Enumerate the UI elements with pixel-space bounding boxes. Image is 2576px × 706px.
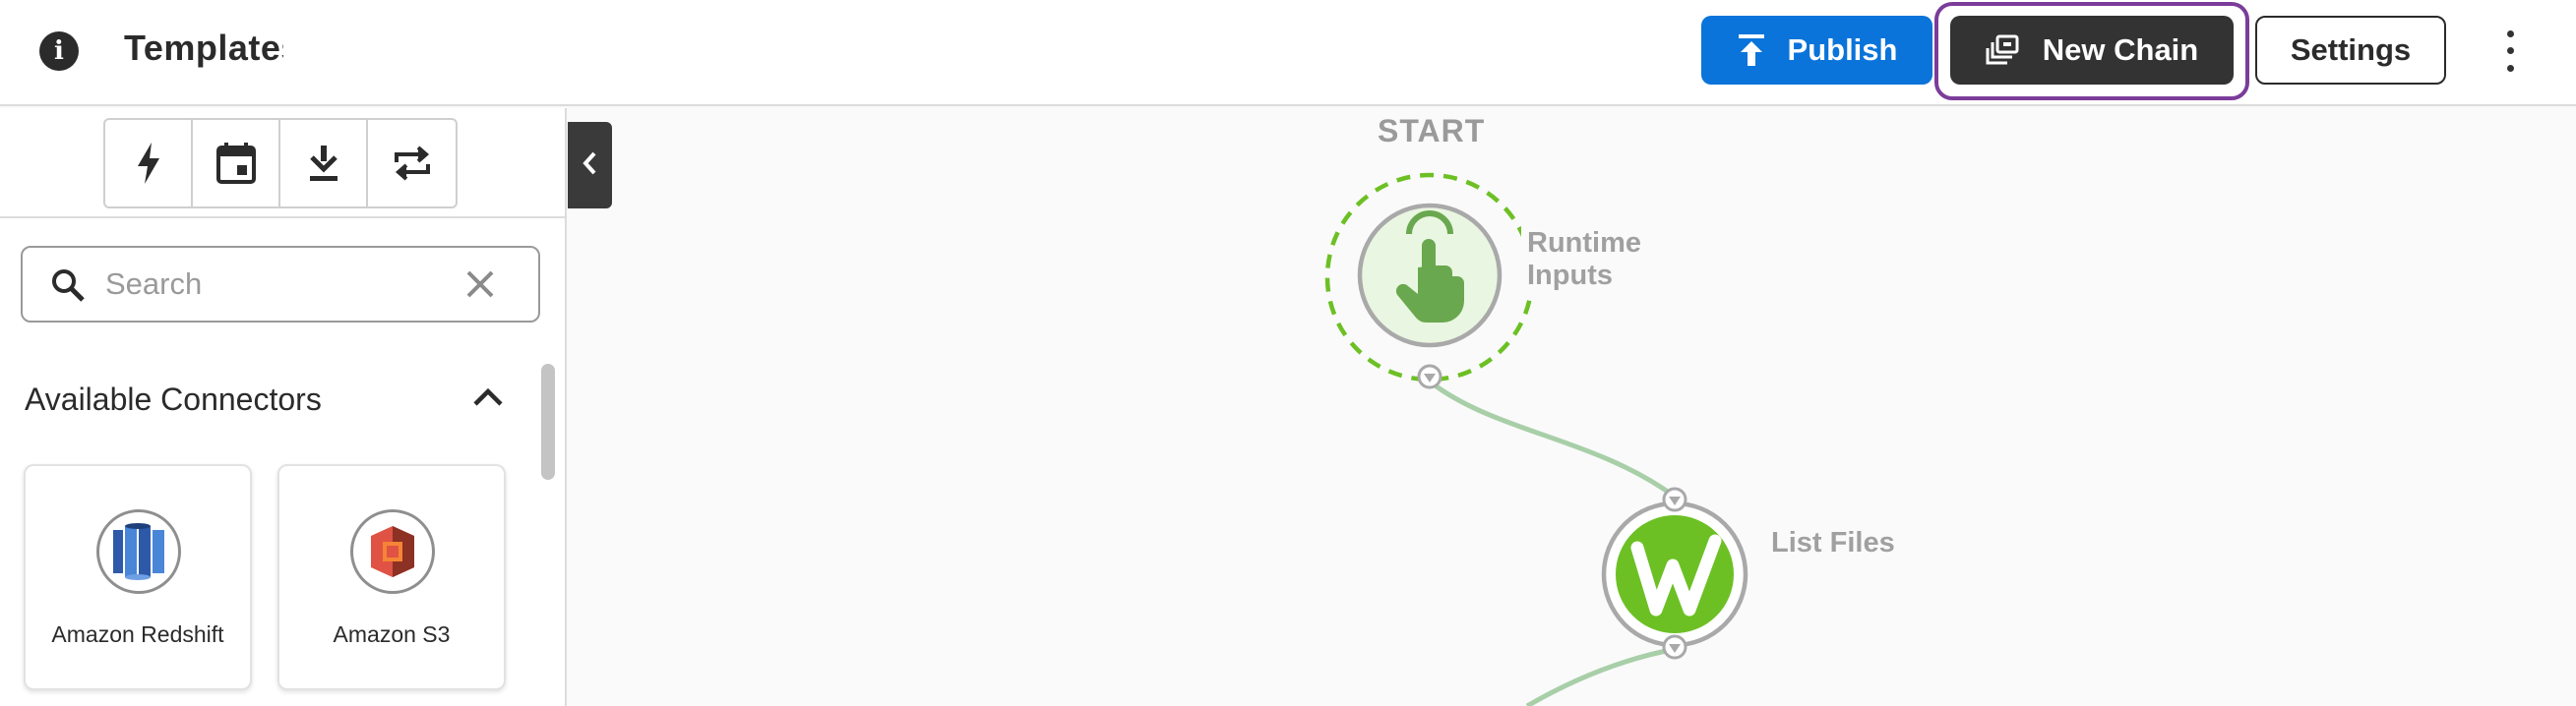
publish-label: Publish	[1787, 32, 1898, 67]
sidebar-divider	[0, 216, 565, 218]
new-chain-label: New Chain	[2042, 32, 2199, 67]
amazon-redshift-icon	[96, 509, 181, 594]
search-input[interactable]	[105, 262, 460, 307]
runtime-inputs-label[interactable]: Runtime Inputs	[1521, 223, 1734, 296]
sidebar-scrollbar[interactable]	[541, 352, 555, 706]
amazon-s3-icon	[350, 509, 435, 594]
sidebar-scroll-thumb[interactable]	[541, 364, 555, 480]
title-redaction	[283, 18, 1184, 81]
info-icon[interactable]: i	[39, 31, 79, 71]
connector-card-amazon-redshift[interactable]: Amazon Redshift	[24, 464, 252, 690]
settings-button[interactable]: Settings	[2255, 16, 2446, 85]
chevron-up-icon[interactable]	[470, 380, 506, 420]
copy-stack-icon	[1986, 33, 2021, 67]
new-chain-button[interactable]: New Chain	[1950, 16, 2234, 85]
connector-card-amazon-s3[interactable]: Amazon S3	[277, 464, 506, 690]
publish-icon	[1737, 33, 1766, 67]
download-icon[interactable]	[280, 120, 368, 206]
app-root: i Templates Publish New Chain Settings S…	[0, 0, 2576, 706]
page-title: Templates	[124, 28, 301, 68]
clear-search-icon[interactable]	[463, 267, 497, 306]
connector-card-label: Amazon S3	[333, 621, 451, 647]
top-bar: i Templates Publish New Chain Settings	[0, 0, 2576, 106]
list-files-label[interactable]: List Files	[1765, 523, 1997, 563]
workflow-canvas[interactable]	[570, 108, 2576, 706]
publish-button[interactable]: Publish	[1701, 16, 1932, 85]
trigger-toolbar	[103, 118, 458, 208]
calendar-icon[interactable]	[193, 120, 280, 206]
sidebar: Available Connectors Amazon Redshift	[0, 108, 567, 706]
repeat-icon[interactable]	[368, 120, 456, 206]
connector-card-label: Amazon Redshift	[51, 621, 224, 647]
more-options-icon[interactable]	[2495, 26, 2525, 77]
search-box	[21, 246, 540, 323]
search-icon	[50, 267, 86, 308]
bolt-icon[interactable]	[105, 120, 193, 206]
start-label: START	[1378, 113, 1486, 148]
connectors-section-title: Available Connectors	[25, 382, 322, 417]
